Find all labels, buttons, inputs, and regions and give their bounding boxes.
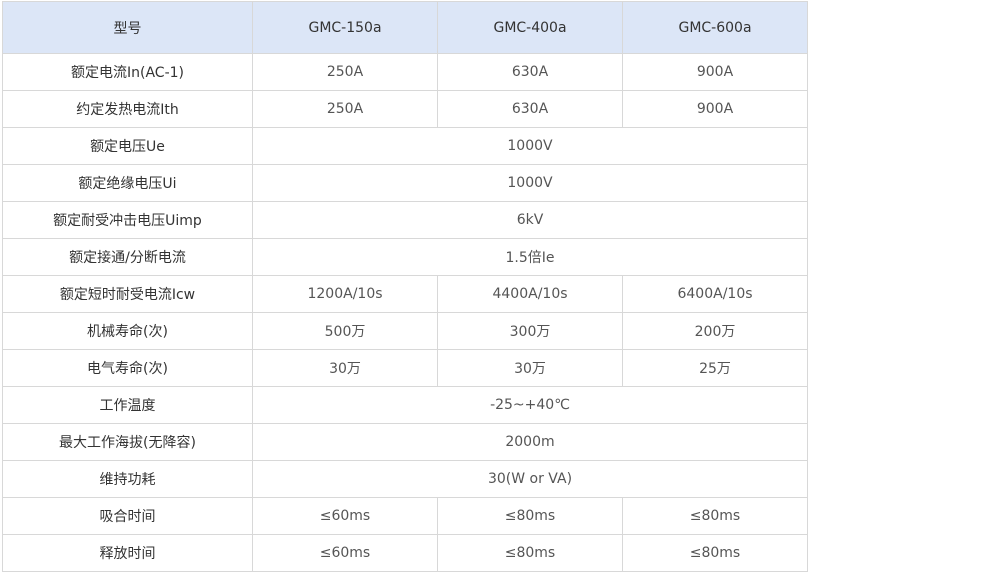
table-row: 额定接通/分断电流 1.5倍Ie: [2, 238, 808, 276]
header-gmc-150a: GMC-150a: [252, 1, 438, 54]
row-value: 30万: [437, 349, 623, 387]
table-row: 额定短时耐受电流Icw 1200A/10s 4400A/10s 6400A/10s: [2, 275, 808, 313]
row-value: 25万: [622, 349, 808, 387]
row-value: 900A: [622, 90, 808, 128]
row-value: 250A: [252, 90, 438, 128]
row-value: 4400A/10s: [437, 275, 623, 313]
row-value: 6400A/10s: [622, 275, 808, 313]
row-value: ≤80ms: [622, 497, 808, 535]
table-row: 最大工作海拔(无降容) 2000m: [2, 423, 808, 461]
row-value: 1200A/10s: [252, 275, 438, 313]
row-label: 维持功耗: [2, 460, 253, 498]
row-value: 30万: [252, 349, 438, 387]
row-value: 250A: [252, 53, 438, 91]
row-value-merged: -25~+40℃: [252, 386, 808, 424]
row-label: 约定发热电流Ith: [2, 90, 253, 128]
row-label: 吸合时间: [2, 497, 253, 535]
row-value: ≤80ms: [437, 534, 623, 572]
row-label: 额定绝缘电压Ui: [2, 164, 253, 202]
table-row: 吸合时间 ≤60ms ≤80ms ≤80ms: [2, 497, 808, 535]
spec-table-body: 额定电流In(AC-1) 250A 630A 900A 约定发热电流Ith 250A 630…: [2, 53, 808, 572]
row-label: 最大工作海拔(无降容): [2, 423, 253, 461]
row-value: 630A: [437, 90, 623, 128]
row-value-merged: 6kV: [252, 201, 808, 239]
row-value-merged: 1000V: [252, 164, 808, 202]
row-value: 630A: [437, 53, 623, 91]
table-row: 额定电流In(AC-1) 250A 630A 900A: [2, 53, 808, 91]
spec-table: 型号 GMC-150a GMC-400a GMC-600a 额定电流In(AC-…: [2, 1, 808, 572]
row-value: ≤80ms: [622, 534, 808, 572]
table-row: 工作温度 -25~+40℃: [2, 386, 808, 424]
row-label: 额定电流In(AC-1): [2, 53, 253, 91]
row-value: 500万: [252, 312, 438, 350]
row-label: 额定电压Ue: [2, 127, 253, 165]
table-row: 额定耐受冲击电压Uimp 6kV: [2, 201, 808, 239]
spec-table-header: 型号 GMC-150a GMC-400a GMC-600a: [2, 1, 808, 54]
table-row: 电气寿命(次) 30万 30万 25万: [2, 349, 808, 387]
row-label: 释放时间: [2, 534, 253, 572]
row-value: 300万: [437, 312, 623, 350]
row-value: ≤80ms: [437, 497, 623, 535]
row-label: 机械寿命(次): [2, 312, 253, 350]
row-label: 工作温度: [2, 386, 253, 424]
row-label: 额定耐受冲击电压Uimp: [2, 201, 253, 239]
row-value-merged: 1000V: [252, 127, 808, 165]
table-row: 约定发热电流Ith 250A 630A 900A: [2, 90, 808, 128]
header-gmc-400a: GMC-400a: [437, 1, 623, 54]
row-value-merged: 30(W or VA): [252, 460, 808, 498]
table-row: 额定电压Ue 1000V: [2, 127, 808, 165]
row-value: 900A: [622, 53, 808, 91]
header-model-label: 型号: [2, 1, 253, 54]
table-row: 维持功耗 30(W or VA): [2, 460, 808, 498]
table-row: 释放时间 ≤60ms ≤80ms ≤80ms: [2, 534, 808, 572]
row-label: 电气寿命(次): [2, 349, 253, 387]
header-row: 型号 GMC-150a GMC-400a GMC-600a: [2, 1, 808, 54]
row-value: ≤60ms: [252, 534, 438, 572]
row-value: 200万: [622, 312, 808, 350]
table-row: 机械寿命(次) 500万 300万 200万: [2, 312, 808, 350]
row-label: 额定接通/分断电流: [2, 238, 253, 276]
table-row: 额定绝缘电压Ui 1000V: [2, 164, 808, 202]
row-value-merged: 1.5倍Ie: [252, 238, 808, 276]
row-value-merged: 2000m: [252, 423, 808, 461]
row-value: ≤60ms: [252, 497, 438, 535]
header-gmc-600a: GMC-600a: [622, 1, 808, 54]
row-label: 额定短时耐受电流Icw: [2, 275, 253, 313]
